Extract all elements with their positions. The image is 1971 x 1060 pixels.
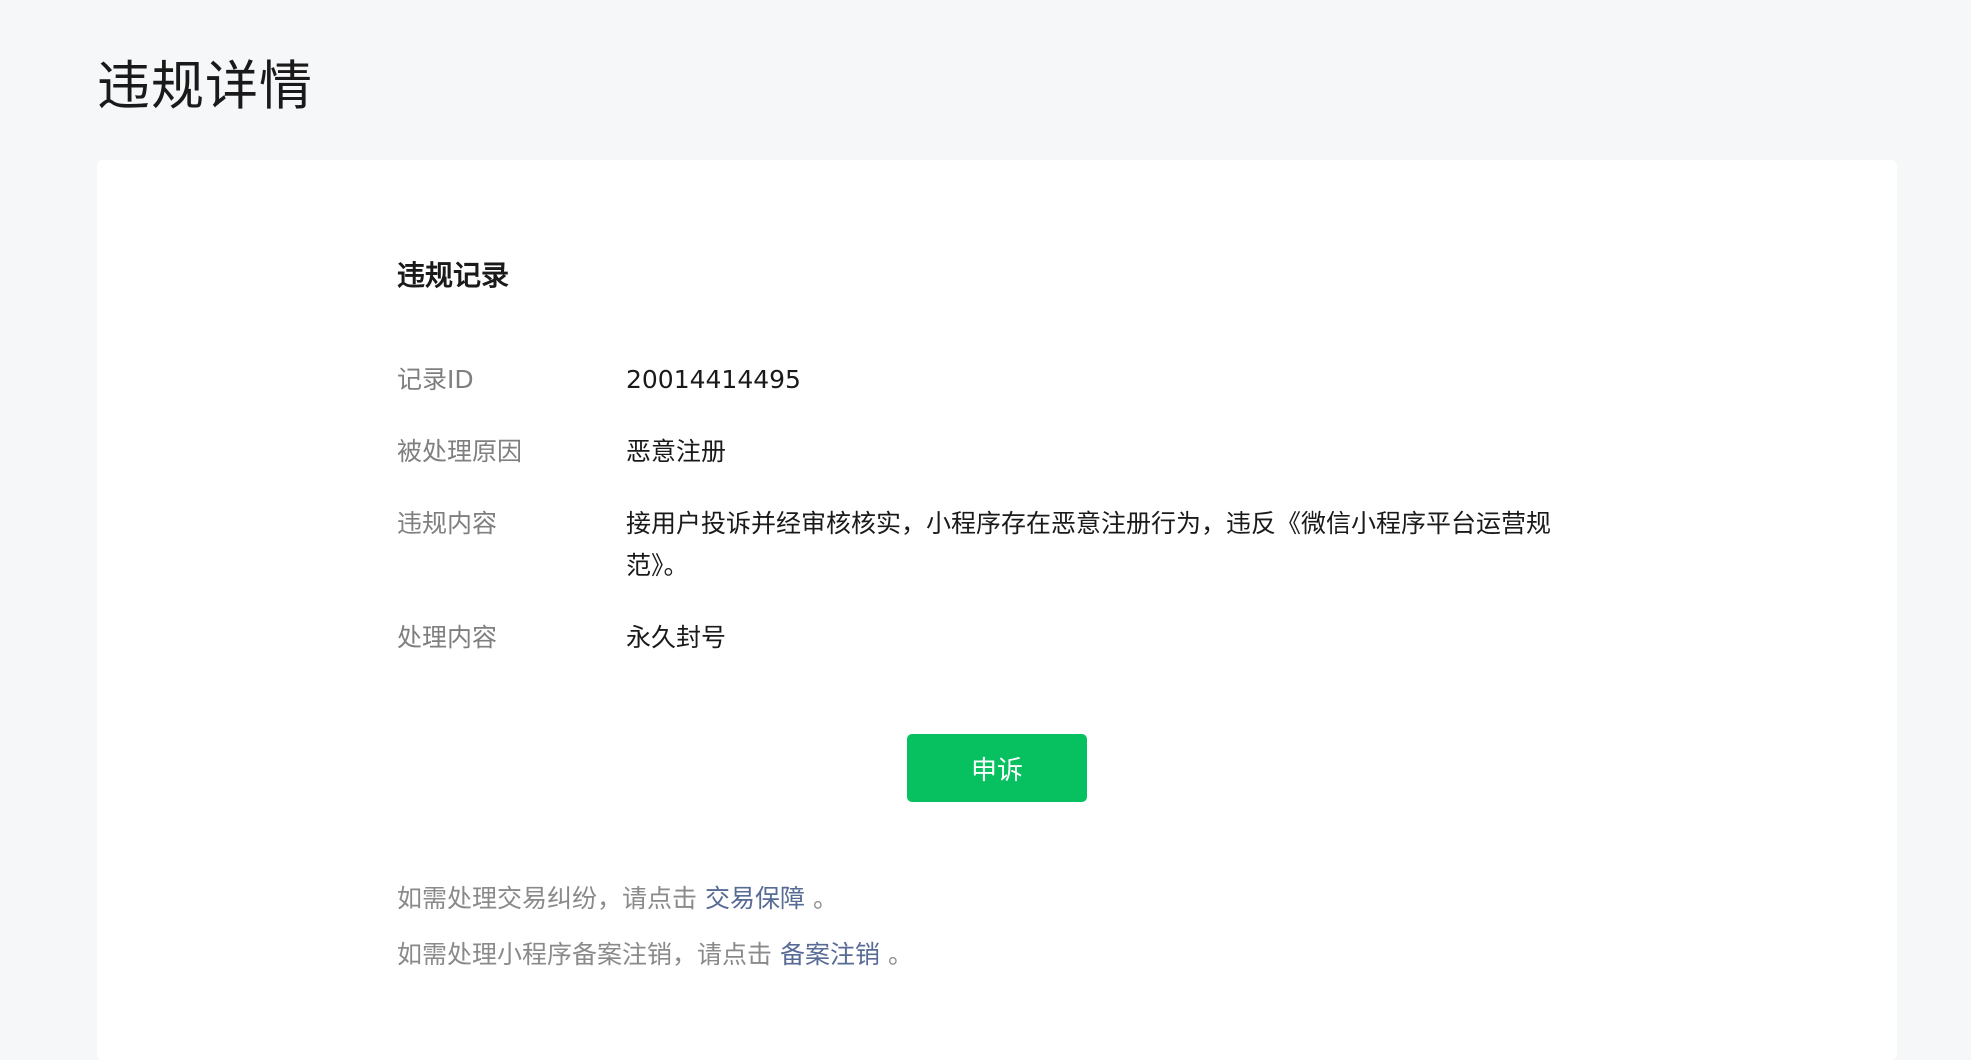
record-id-label: 记录ID [397, 365, 474, 394]
note-trade-dispute: 如需处理交易纠纷，请点击 交易保障。 [397, 879, 838, 919]
handling-label: 处理内容 [397, 623, 498, 652]
filing-cancel-link[interactable]: 备案注销 [780, 940, 880, 969]
violation-card: 违规记录 记录ID 20014414495 被处理原因 恶意注册 违规内容 接用… [97, 160, 1897, 1060]
trade-protection-link[interactable]: 交易保障 [705, 884, 805, 913]
appeal-button[interactable]: 申诉 [907, 734, 1087, 802]
note-filing-cancel: 如需处理小程序备案注销，请点击 备案注销。 [397, 935, 913, 975]
record-id-value: 20014414495 [626, 365, 801, 394]
note-trade-dispute-text: 如需处理交易纠纷，请点击 [397, 884, 698, 913]
note-trade-dispute-period: 。 [813, 884, 839, 913]
reason-value: 恶意注册 [626, 437, 727, 466]
page-title: 违规详情 [97, 56, 313, 117]
section-title: 违规记录 [397, 259, 510, 292]
note-filing-cancel-text: 如需处理小程序备案注销，请点击 [397, 940, 773, 969]
violation-content-value: 接用户投诉并经审核核实，小程序存在恶意注册行为，违反《微信小程序平台运营规范》。 [626, 509, 1552, 580]
note-filing-cancel-period: 。 [888, 940, 914, 969]
violation-content-label: 违规内容 [397, 509, 498, 538]
reason-label: 被处理原因 [397, 437, 523, 466]
handling-value: 永久封号 [626, 623, 727, 652]
